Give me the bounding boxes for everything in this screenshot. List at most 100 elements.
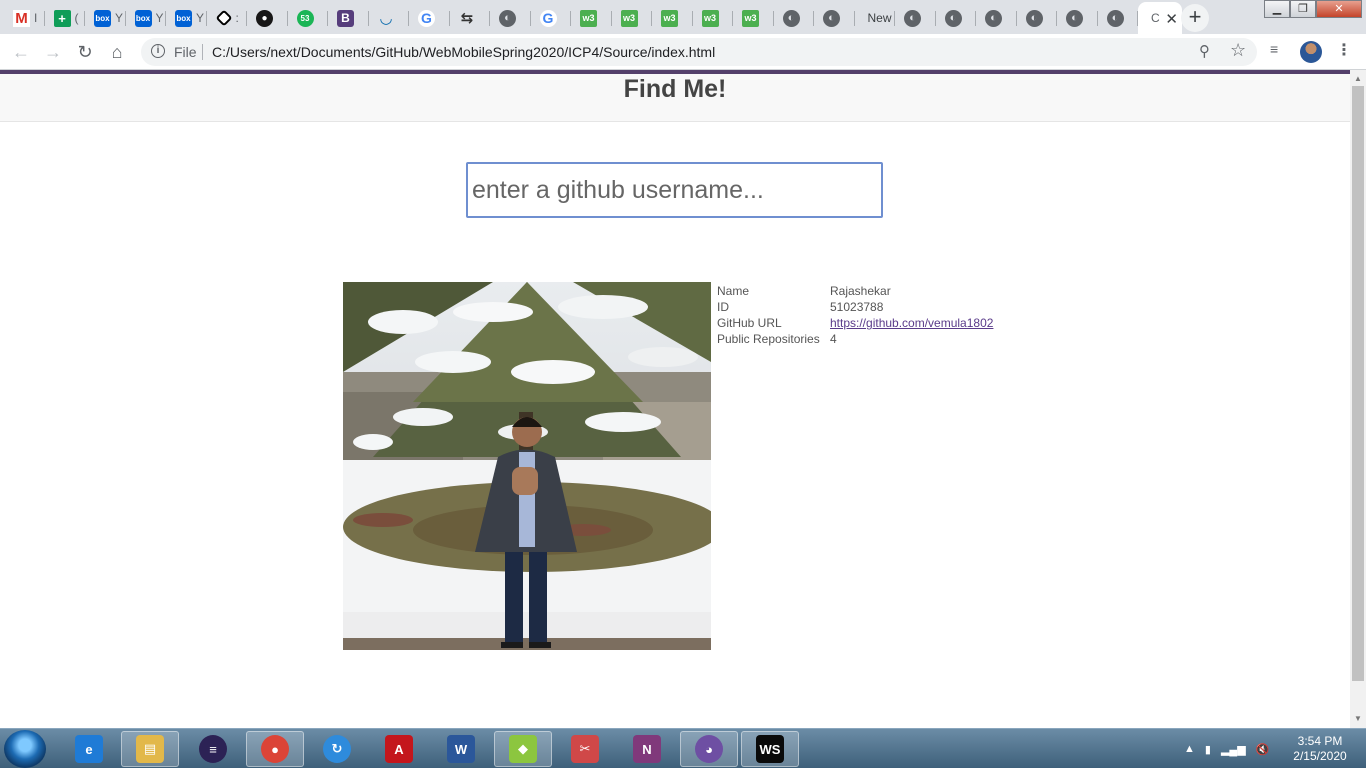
reload-button[interactable]: ↻ [73, 40, 97, 64]
onenote-icon: N [633, 735, 661, 763]
profile-avatar[interactable] [1300, 41, 1322, 63]
url-text[interactable]: C:/Users/next/Documents/GitHub/WebMobile… [212, 44, 715, 60]
media-controls-icon[interactable]: ≡ [1270, 41, 1278, 57]
google-icon: G [418, 9, 435, 27]
chrome-icon: ● [261, 735, 289, 763]
browser-tab[interactable]: box Y [166, 2, 207, 34]
info-label: Name [717, 284, 750, 298]
github-url-link[interactable]: https://github.com/vemula1802 [830, 316, 993, 330]
browser-tab[interactable]: G [531, 2, 572, 34]
word-icon: W [447, 735, 475, 763]
info-row: ID 51023788 [715, 299, 995, 315]
box-icon: box [175, 9, 192, 27]
address-bar[interactable]: i File C:/Users/next/Documents/GitHub/We… [141, 38, 1257, 66]
taskbar-app-button[interactable]: ▤ [121, 731, 179, 767]
tab-active[interactable]: C ✕ [1138, 2, 1182, 34]
taskbar-app-button[interactable]: ≡ [184, 731, 242, 767]
new-tab-button[interactable]: + [1181, 4, 1209, 32]
maximize-button[interactable]: ❐ [1290, 0, 1316, 18]
browser-tab[interactable]: box Y [85, 2, 126, 34]
show-hidden-icons-icon[interactable]: ▲ [1184, 743, 1195, 755]
browser-tab[interactable]: w3 [571, 2, 612, 34]
clock-time: 3:54 PM [1297, 734, 1343, 748]
browser-tab[interactable]: ◐ [1098, 2, 1139, 34]
forward-button[interactable]: → [41, 40, 65, 64]
browser-tab[interactable]: ◐ [490, 2, 531, 34]
taskbar-app-button[interactable]: ◕ [680, 731, 738, 767]
taskbar-app-button[interactable]: W [432, 731, 490, 767]
snipping-icon: ✂ [571, 735, 599, 763]
browser-tab[interactable]: w3 [733, 2, 774, 34]
browser-tab[interactable]: ◐ [774, 2, 815, 34]
browser-tab[interactable]: box Y [126, 2, 167, 34]
home-button[interactable]: ⌂ [105, 40, 129, 64]
scrollbar-thumb[interactable] [1352, 86, 1364, 681]
taskbar-app-button[interactable]: ↻ [308, 731, 366, 767]
bookmark-star-icon[interactable]: ☆ [1230, 40, 1246, 61]
maps-icon: ◆ [509, 735, 537, 763]
browser-tab[interactable]: ⇆ [450, 2, 491, 34]
scroll-up-icon[interactable]: ▲ [1354, 74, 1362, 83]
tab-list: M I +(box Ybox Ybox Y: ● 53 B ◡ G ⇆ ◐ Gw3 w3 w3 w3 w3 ◐ ◐ Ne… [4, 2, 1182, 34]
browser-tab[interactable]: ● [247, 2, 288, 34]
volume-muted-icon[interactable]: 🔇 [1256, 743, 1270, 756]
battery-icon[interactable]: ▮ [1205, 743, 1211, 756]
profile-photo-image [343, 282, 711, 650]
w3schools-icon: w3 [620, 9, 638, 27]
browser-tab[interactable]: ◐ [936, 2, 977, 34]
taskbar-app-button[interactable]: ● [246, 731, 304, 767]
info-row: Name Rajashekar [715, 283, 995, 299]
w3schools-icon: w3 [742, 9, 759, 27]
taskbar-app-button[interactable]: WS [741, 731, 799, 767]
browser-tab[interactable]: w3 [612, 2, 653, 34]
minimize-button[interactable]: ▁ [1264, 0, 1290, 18]
browser-tab[interactable]: ◐ [895, 2, 936, 34]
taskbar-app-button[interactable]: ◆ [494, 731, 552, 767]
browser-tab[interactable]: G [409, 2, 450, 34]
w3schools-icon: w3 [701, 9, 719, 27]
taskbar-app-button[interactable]: N [618, 731, 676, 767]
system-clock[interactable]: 3:54 PM 2/15/2020 [1285, 734, 1355, 764]
browser-tab[interactable]: ◐ [1017, 2, 1058, 34]
browser-tab[interactable]: ◐ [1057, 2, 1098, 34]
browser-tab[interactable]: w3 [693, 2, 734, 34]
browser-menu-icon[interactable]: ⋮ [1336, 40, 1352, 60]
tab-title: I [34, 11, 38, 25]
divider [202, 44, 203, 60]
acrobat-icon: A [385, 735, 413, 763]
close-tab-icon[interactable]: ✕ [1165, 10, 1178, 28]
page-scrollbar[interactable]: ▲ ▼ [1350, 70, 1366, 728]
info-value: Rajashekar [830, 284, 891, 298]
scroll-down-icon[interactable]: ▼ [1354, 714, 1362, 723]
github-desktop-icon: ◕ [695, 735, 723, 763]
back-button[interactable]: ← [9, 40, 33, 64]
browser-tab[interactable]: w3 [652, 2, 693, 34]
clock-date: 2/15/2020 [1293, 749, 1347, 763]
tab-title: Y [196, 11, 205, 25]
zoom-icon[interactable]: ⚲ [1199, 42, 1210, 60]
info-value: 4 [830, 332, 837, 346]
taskbar-app-button[interactable]: A [370, 731, 428, 767]
taskbar-app-button[interactable]: e [60, 731, 118, 767]
github-username-input[interactable] [466, 162, 883, 218]
arrow-icon: ⇆ [460, 10, 474, 27]
browser-tab[interactable]: B [328, 2, 369, 34]
start-button[interactable] [4, 730, 46, 768]
taskbar-app-button[interactable]: ✂ [556, 731, 614, 767]
browser-tab[interactable]: +( [45, 2, 86, 34]
browser-tab[interactable]: ◐ [976, 2, 1017, 34]
browser-tab[interactable]: ◡ [369, 2, 410, 34]
info-row: Public Repositories 4 [715, 331, 995, 347]
page-header: Find Me! [0, 74, 1350, 122]
w3schools-icon: w3 [661, 9, 678, 27]
browser-tab[interactable]: New [855, 2, 896, 34]
close-window-button[interactable]: ✕ [1316, 0, 1362, 18]
browser-tab[interactable]: : [207, 2, 248, 34]
browser-tab[interactable]: 53 [288, 2, 329, 34]
window-controls: ▁ ❐ ✕ [1264, 0, 1362, 18]
network-signal-icon[interactable]: ▂▄▆ [1221, 743, 1246, 756]
browser-tab[interactable]: ◐ [814, 2, 855, 34]
info-icon[interactable]: i [151, 44, 165, 58]
browser-tab[interactable]: MI [4, 2, 45, 34]
profile-photo [343, 282, 711, 650]
